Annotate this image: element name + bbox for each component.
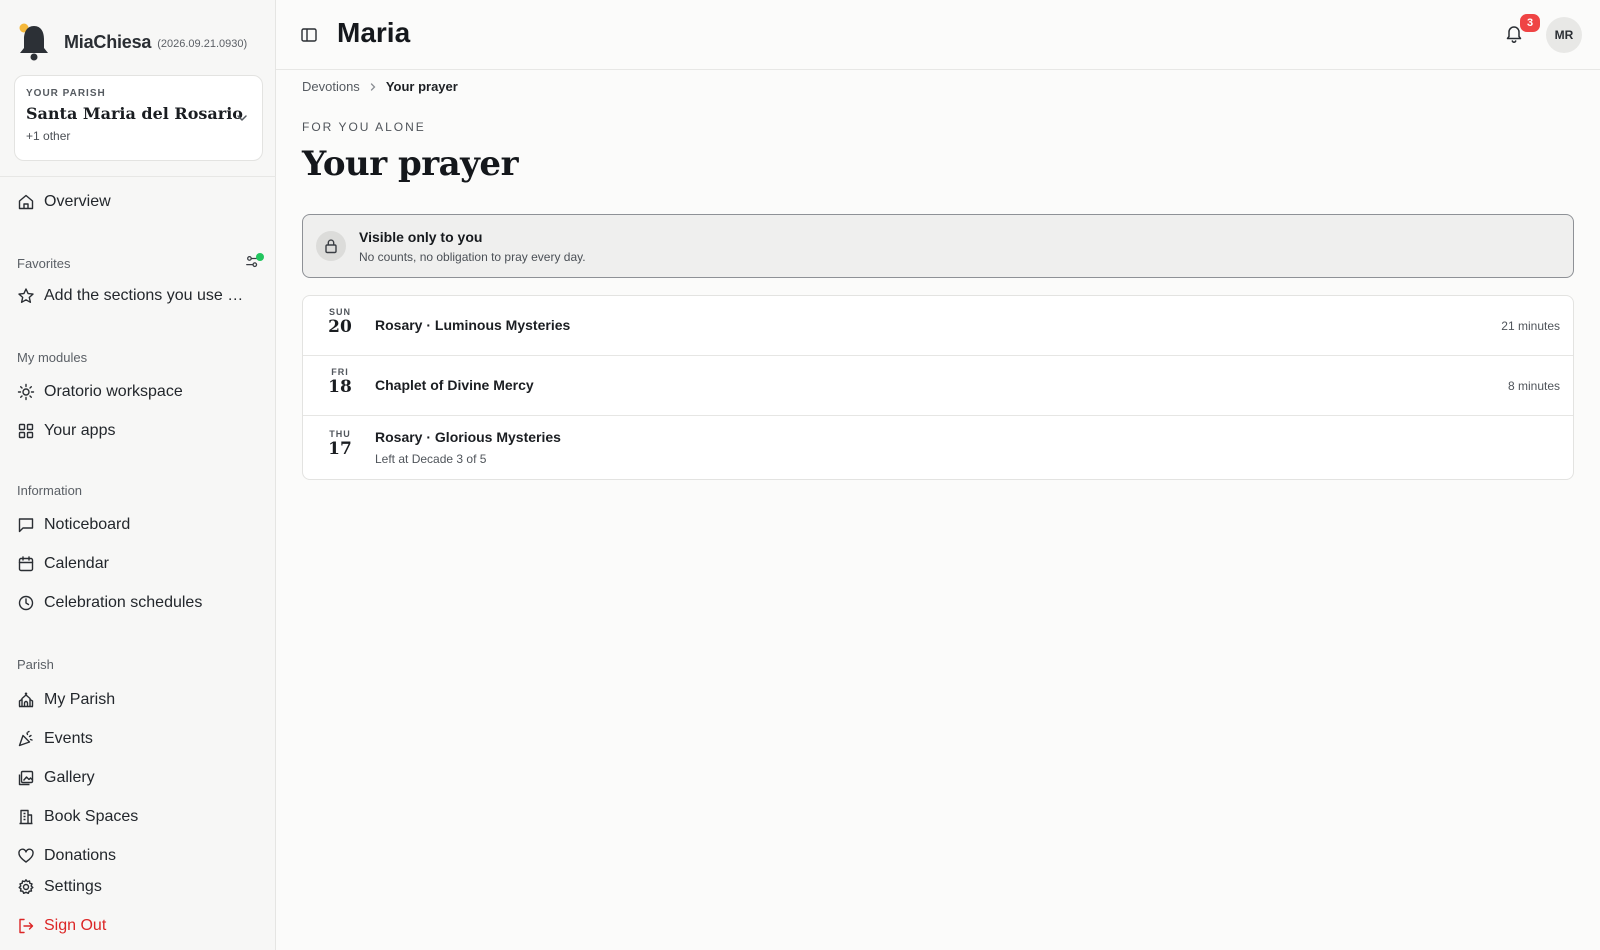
- avatar[interactable]: MR: [1546, 17, 1582, 53]
- prayer-weekday: FRI: [331, 367, 349, 377]
- prayer-progress: Left at Decade 3 of 5: [375, 452, 487, 466]
- bell-logo-icon: [19, 23, 48, 61]
- page-header-title: Maria: [337, 17, 411, 48]
- sidebar-item-settings[interactable]: Settings: [17, 872, 102, 902]
- sign-out-button[interactable]: Sign Out: [17, 911, 106, 941]
- sidebar-item-events[interactable]: Events: [17, 724, 93, 754]
- prayer-row[interactable]: FRI 18 Chaplet of Divine Mercy 8 minutes: [303, 356, 1573, 416]
- notification-count-badge: 3: [1518, 12, 1542, 34]
- sun-icon: [17, 383, 35, 401]
- sidebar-item-label: Celebration schedules: [44, 594, 203, 611]
- app-name: MiaChiesa: [64, 31, 152, 52]
- prayer-day: 20: [328, 317, 352, 337]
- sidebar-item-label: Noticeboard: [44, 516, 131, 533]
- notice-subtitle: No counts, no obligation to pray every d…: [359, 250, 586, 264]
- sidebar-item-my-parish[interactable]: My Parish: [17, 685, 115, 715]
- breadcrumb-devotions[interactable]: Devotions: [302, 79, 360, 94]
- calendar-icon: [17, 555, 35, 573]
- sidebar-item-label: Settings: [44, 878, 102, 895]
- prayer-duration: 21 minutes: [1501, 319, 1560, 333]
- images-icon: [17, 769, 35, 787]
- sign-out-label: Sign Out: [44, 917, 107, 934]
- prayer-row[interactable]: SUN 20 Rosary · Luminous Mysteries 21 mi…: [303, 296, 1573, 356]
- divider: [0, 176, 276, 177]
- sidebar-item-label: Oratorio workspace: [44, 383, 183, 400]
- lock-icon: [316, 231, 346, 261]
- prayer-list: SUN 20 Rosary · Luminous Mysteries 21 mi…: [302, 295, 1574, 480]
- modules-label: My modules: [17, 350, 88, 365]
- sidebar-item-donations[interactable]: Donations: [17, 841, 116, 871]
- breadcrumb: Devotions Your prayer: [302, 79, 458, 94]
- sidebar-item-label: Your apps: [44, 422, 116, 439]
- parish-name: Santa Maria del Rosario: [26, 104, 243, 123]
- sidebar-item-gallery[interactable]: Gallery: [17, 763, 95, 793]
- sidebar-item-overview[interactable]: Overview: [17, 187, 111, 217]
- favorites-placeholder: Add the sections you use most: [44, 287, 254, 304]
- prayer-title: Rosary · Glorious Mysteries: [375, 429, 561, 445]
- prayer-day: 17: [328, 439, 352, 459]
- sidebar-item-label: Gallery: [44, 769, 95, 786]
- sidebar-item-label: My Parish: [44, 691, 116, 708]
- sidebar-item-book-spaces[interactable]: Book Spaces: [17, 802, 138, 832]
- church-icon: [17, 691, 35, 709]
- notice-title: Visible only to you: [359, 229, 483, 245]
- sidebar-item-calendar[interactable]: Calendar: [17, 549, 109, 579]
- sidebar-item-noticeboard[interactable]: Noticeboard: [17, 510, 130, 540]
- brand[interactable]: MiaChiesa (2026.09.21.0930): [16, 20, 247, 64]
- building-icon: [17, 808, 35, 826]
- prayer-row[interactable]: THU 17 Rosary · Glorious Mysteries Left …: [303, 416, 1573, 479]
- sidebar-item-oratorio-workspace[interactable]: Oratorio workspace: [17, 377, 183, 407]
- status-dot: [256, 253, 264, 261]
- sidebar: MiaChiesa (2026.09.21.0930) YOUR PARISH …: [0, 0, 276, 950]
- sidebar-item-label: Overview: [44, 193, 111, 210]
- prayer-date: FRI 18: [317, 367, 363, 397]
- sidebar-item-label: Events: [44, 730, 93, 747]
- prayer-title: Rosary · Luminous Mysteries: [375, 317, 571, 333]
- sidebar-item-label: Donations: [44, 847, 117, 864]
- prayer-day: 18: [328, 377, 352, 397]
- message-square-icon: [17, 516, 35, 534]
- sidebar-item-label: Calendar: [44, 555, 109, 572]
- page-title: Your prayer: [302, 144, 518, 184]
- home-icon: [17, 193, 35, 211]
- clock-icon: [17, 594, 35, 612]
- sidebar-item-celebration-schedules[interactable]: Celebration schedules: [17, 588, 202, 618]
- sidebar-item-your-apps[interactable]: Your apps: [17, 416, 115, 446]
- parish-section-label: Parish: [17, 657, 54, 672]
- breadcrumb-current: Your prayer: [385, 79, 458, 94]
- page-kicker: FOR YOU ALONE: [302, 120, 426, 134]
- heart-icon: [17, 847, 35, 865]
- privacy-notice: Visible only to you No counts, no obliga…: [302, 214, 1574, 278]
- sidebar-toggle-icon[interactable]: [300, 26, 318, 44]
- star-icon: [17, 287, 35, 305]
- favorites-label: Favorites: [17, 256, 71, 271]
- log-out-icon: [17, 917, 35, 935]
- edit-favorites-button[interactable]: [244, 253, 264, 272]
- sidebar-item-add-favorites[interactable]: Add the sections you use most: [17, 281, 254, 311]
- parish-kicker: YOUR PARISH: [26, 88, 106, 99]
- chevron-down-icon: [237, 115, 247, 121]
- information-label: Information: [17, 483, 83, 498]
- prayer-date: THU 17: [317, 429, 363, 459]
- top-header: Maria 3 MR: [276, 0, 1600, 70]
- prayer-date: SUN 20: [317, 307, 363, 337]
- parish-other-count: +1 other: [26, 129, 71, 143]
- prayer-duration: 8 minutes: [1507, 379, 1560, 393]
- chevron-right-icon: [370, 82, 376, 91]
- app-version: (2026.09.21.0930): [157, 37, 248, 50]
- grid-icon: [17, 422, 35, 440]
- prayer-title: Chaplet of Divine Mercy: [375, 377, 534, 393]
- prayer-weekday: THU: [329, 429, 351, 439]
- gear-icon: [17, 878, 35, 896]
- parish-selector[interactable]: YOUR PARISH Santa Maria del Rosario +1 o…: [14, 75, 263, 161]
- prayer-weekday: SUN: [328, 307, 351, 317]
- sidebar-item-label: Book Spaces: [44, 808, 139, 825]
- party-popper-icon: [17, 730, 35, 748]
